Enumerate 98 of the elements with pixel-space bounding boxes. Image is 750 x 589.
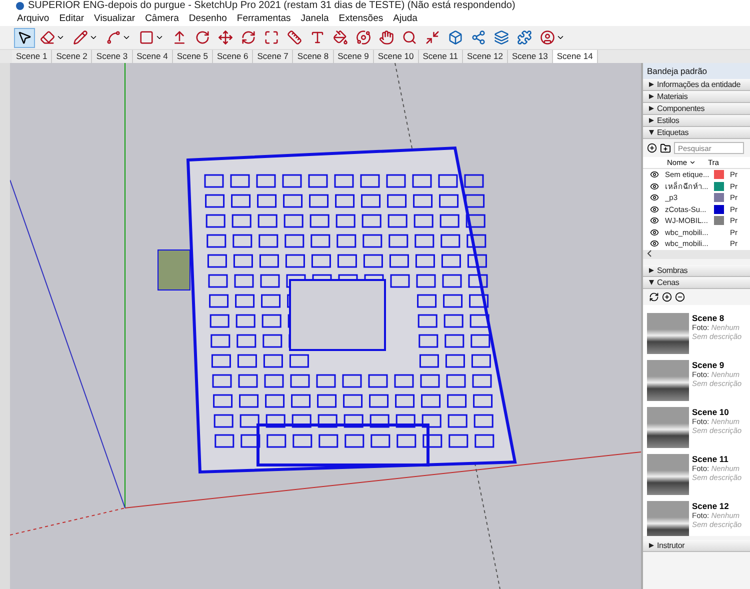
scene-tab[interactable]: Scene 1 <box>12 50 52 63</box>
eye-icon[interactable] <box>650 170 659 180</box>
zoom-icon <box>402 30 417 45</box>
collapsed-triangle-icon <box>649 542 654 548</box>
scene-thumbnail[interactable] <box>647 406 689 448</box>
eraser-icon <box>40 30 55 45</box>
scene-tab[interactable]: Scene 10 <box>374 50 419 63</box>
scene-thumbnail[interactable] <box>647 500 689 536</box>
hand-icon <box>379 30 394 45</box>
text-icon <box>310 30 325 45</box>
tape-measure-icon <box>287 30 302 45</box>
menu-item[interactable]: Ferramentas <box>232 12 296 26</box>
collapsed-triangle-icon <box>649 268 654 272</box>
menu-item[interactable]: Desenho <box>184 12 232 26</box>
collapsed-triangle-icon <box>649 82 654 87</box>
expanded-triangle-icon <box>649 130 654 135</box>
add-icon[interactable] <box>647 143 657 153</box>
scene-name: Scene 12 <box>692 500 730 510</box>
rotate-icon <box>241 30 256 45</box>
eye-icon[interactable] <box>650 204 659 214</box>
caret-icon <box>56 33 65 42</box>
scene-tab[interactable]: Scene 4 <box>132 50 173 63</box>
arc-icon <box>106 30 121 45</box>
scene-tab[interactable]: Scene 3 <box>92 50 133 63</box>
eye-icon[interactable] <box>650 182 659 191</box>
menu-item[interactable]: Janela <box>296 12 334 26</box>
panel-section-header[interactable]: Informações da entidade <box>643 79 750 91</box>
orbit-icon <box>356 30 371 45</box>
move-icon <box>218 30 233 45</box>
scene-tab[interactable]: Scene 9 <box>334 50 374 63</box>
eye-icon[interactable] <box>650 239 659 248</box>
tag-color-swatch[interactable] <box>714 204 724 214</box>
eye-icon[interactable] <box>650 216 659 226</box>
add-icon[interactable] <box>662 292 672 302</box>
remove-icon[interactable] <box>675 292 685 302</box>
add-folder-icon[interactable] <box>660 142 671 154</box>
scene-thumbnail[interactable] <box>647 360 689 400</box>
sort-caret-icon <box>689 159 696 166</box>
rotate-arrow-icon <box>195 30 210 45</box>
collapsed-triangle-icon <box>649 94 654 99</box>
panel-section-header[interactable]: Estilos <box>643 115 750 127</box>
panel-section-header[interactable]: Instrutor <box>643 540 750 552</box>
caret-icon <box>155 33 164 42</box>
caret-icon <box>556 33 565 42</box>
menu-item[interactable]: Ajuda <box>388 12 422 26</box>
scene-tab[interactable]: Scene 13 <box>508 50 553 63</box>
scene-name: Scene 8 <box>692 312 726 322</box>
share-icon <box>471 30 486 45</box>
scene-thumbnail[interactable] <box>647 454 689 494</box>
panel-section-header[interactable]: Etiquetas <box>643 127 750 139</box>
menu-item[interactable]: Arquivo <box>12 12 54 26</box>
panel-section-header[interactable]: Cenas <box>643 276 750 288</box>
panel-section-header[interactable]: Componentes <box>643 103 750 115</box>
scene-tab[interactable]: Scene 7 <box>253 50 294 63</box>
pencil-icon <box>73 30 88 45</box>
scene-thumbnail[interactable] <box>647 312 689 354</box>
eye-icon[interactable] <box>650 193 659 202</box>
window-title: SUPERIOR ENG-depois do purgue - SketchUp Pro 2021 (restam 31 dias de TESTE) (Não está respondendo) <box>28 0 516 12</box>
panel-section-header[interactable]: Materiais <box>643 91 750 103</box>
caret-icon <box>89 33 98 42</box>
tag-color-swatch[interactable] <box>714 193 724 202</box>
scene-tab[interactable]: Scene 11 <box>418 50 464 63</box>
refresh-icon[interactable] <box>649 292 659 302</box>
scene-name: Scene 9 <box>692 360 726 370</box>
menu-item[interactable]: Editar <box>54 12 90 26</box>
scene-tab[interactable]: Scene 14 <box>552 50 598 63</box>
puzzle-icon <box>517 30 532 45</box>
scene-tab[interactable]: Scene 12 <box>463 50 508 63</box>
layers-icon <box>494 30 509 45</box>
scene-tab[interactable]: Scene 2 <box>52 50 92 63</box>
zoom-extents-icon <box>425 30 440 45</box>
scene-tab[interactable]: Scene 5 <box>172 50 214 63</box>
user-icon <box>540 30 555 45</box>
menu-item[interactable]: Extensões <box>334 12 388 26</box>
caret-icon <box>122 33 131 42</box>
scene-name: Scene 10 <box>692 406 730 416</box>
scene-name: Scene 11 <box>692 454 730 464</box>
tray-title: Bandeja padrão <box>643 63 750 79</box>
collapsed-triangle-icon <box>649 118 654 123</box>
toolbar-button[interactable] <box>14 28 35 48</box>
scene-tab[interactable]: Scene 8 <box>293 50 334 63</box>
pointer-icon <box>17 30 32 45</box>
app-icon <box>16 2 24 10</box>
collapsed-triangle-icon <box>649 106 654 111</box>
rectangle-icon <box>139 30 154 45</box>
eye-icon[interactable] <box>650 228 659 237</box>
cube-icon <box>448 30 463 45</box>
scale-icon <box>264 30 279 45</box>
paint-bucket-icon <box>333 30 348 45</box>
panel-section-header[interactable]: Sombras <box>643 264 750 276</box>
menu-item[interactable]: Visualizar <box>89 12 140 26</box>
scene-tab[interactable]: Scene 6 <box>213 50 254 63</box>
menu-item[interactable]: Câmera <box>140 12 184 26</box>
tag-color-swatch[interactable] <box>714 216 724 226</box>
expanded-triangle-icon <box>649 280 654 284</box>
push-pull-icon <box>172 30 187 45</box>
tag-color-swatch[interactable] <box>714 170 724 180</box>
tag-color-swatch[interactable] <box>714 182 724 191</box>
